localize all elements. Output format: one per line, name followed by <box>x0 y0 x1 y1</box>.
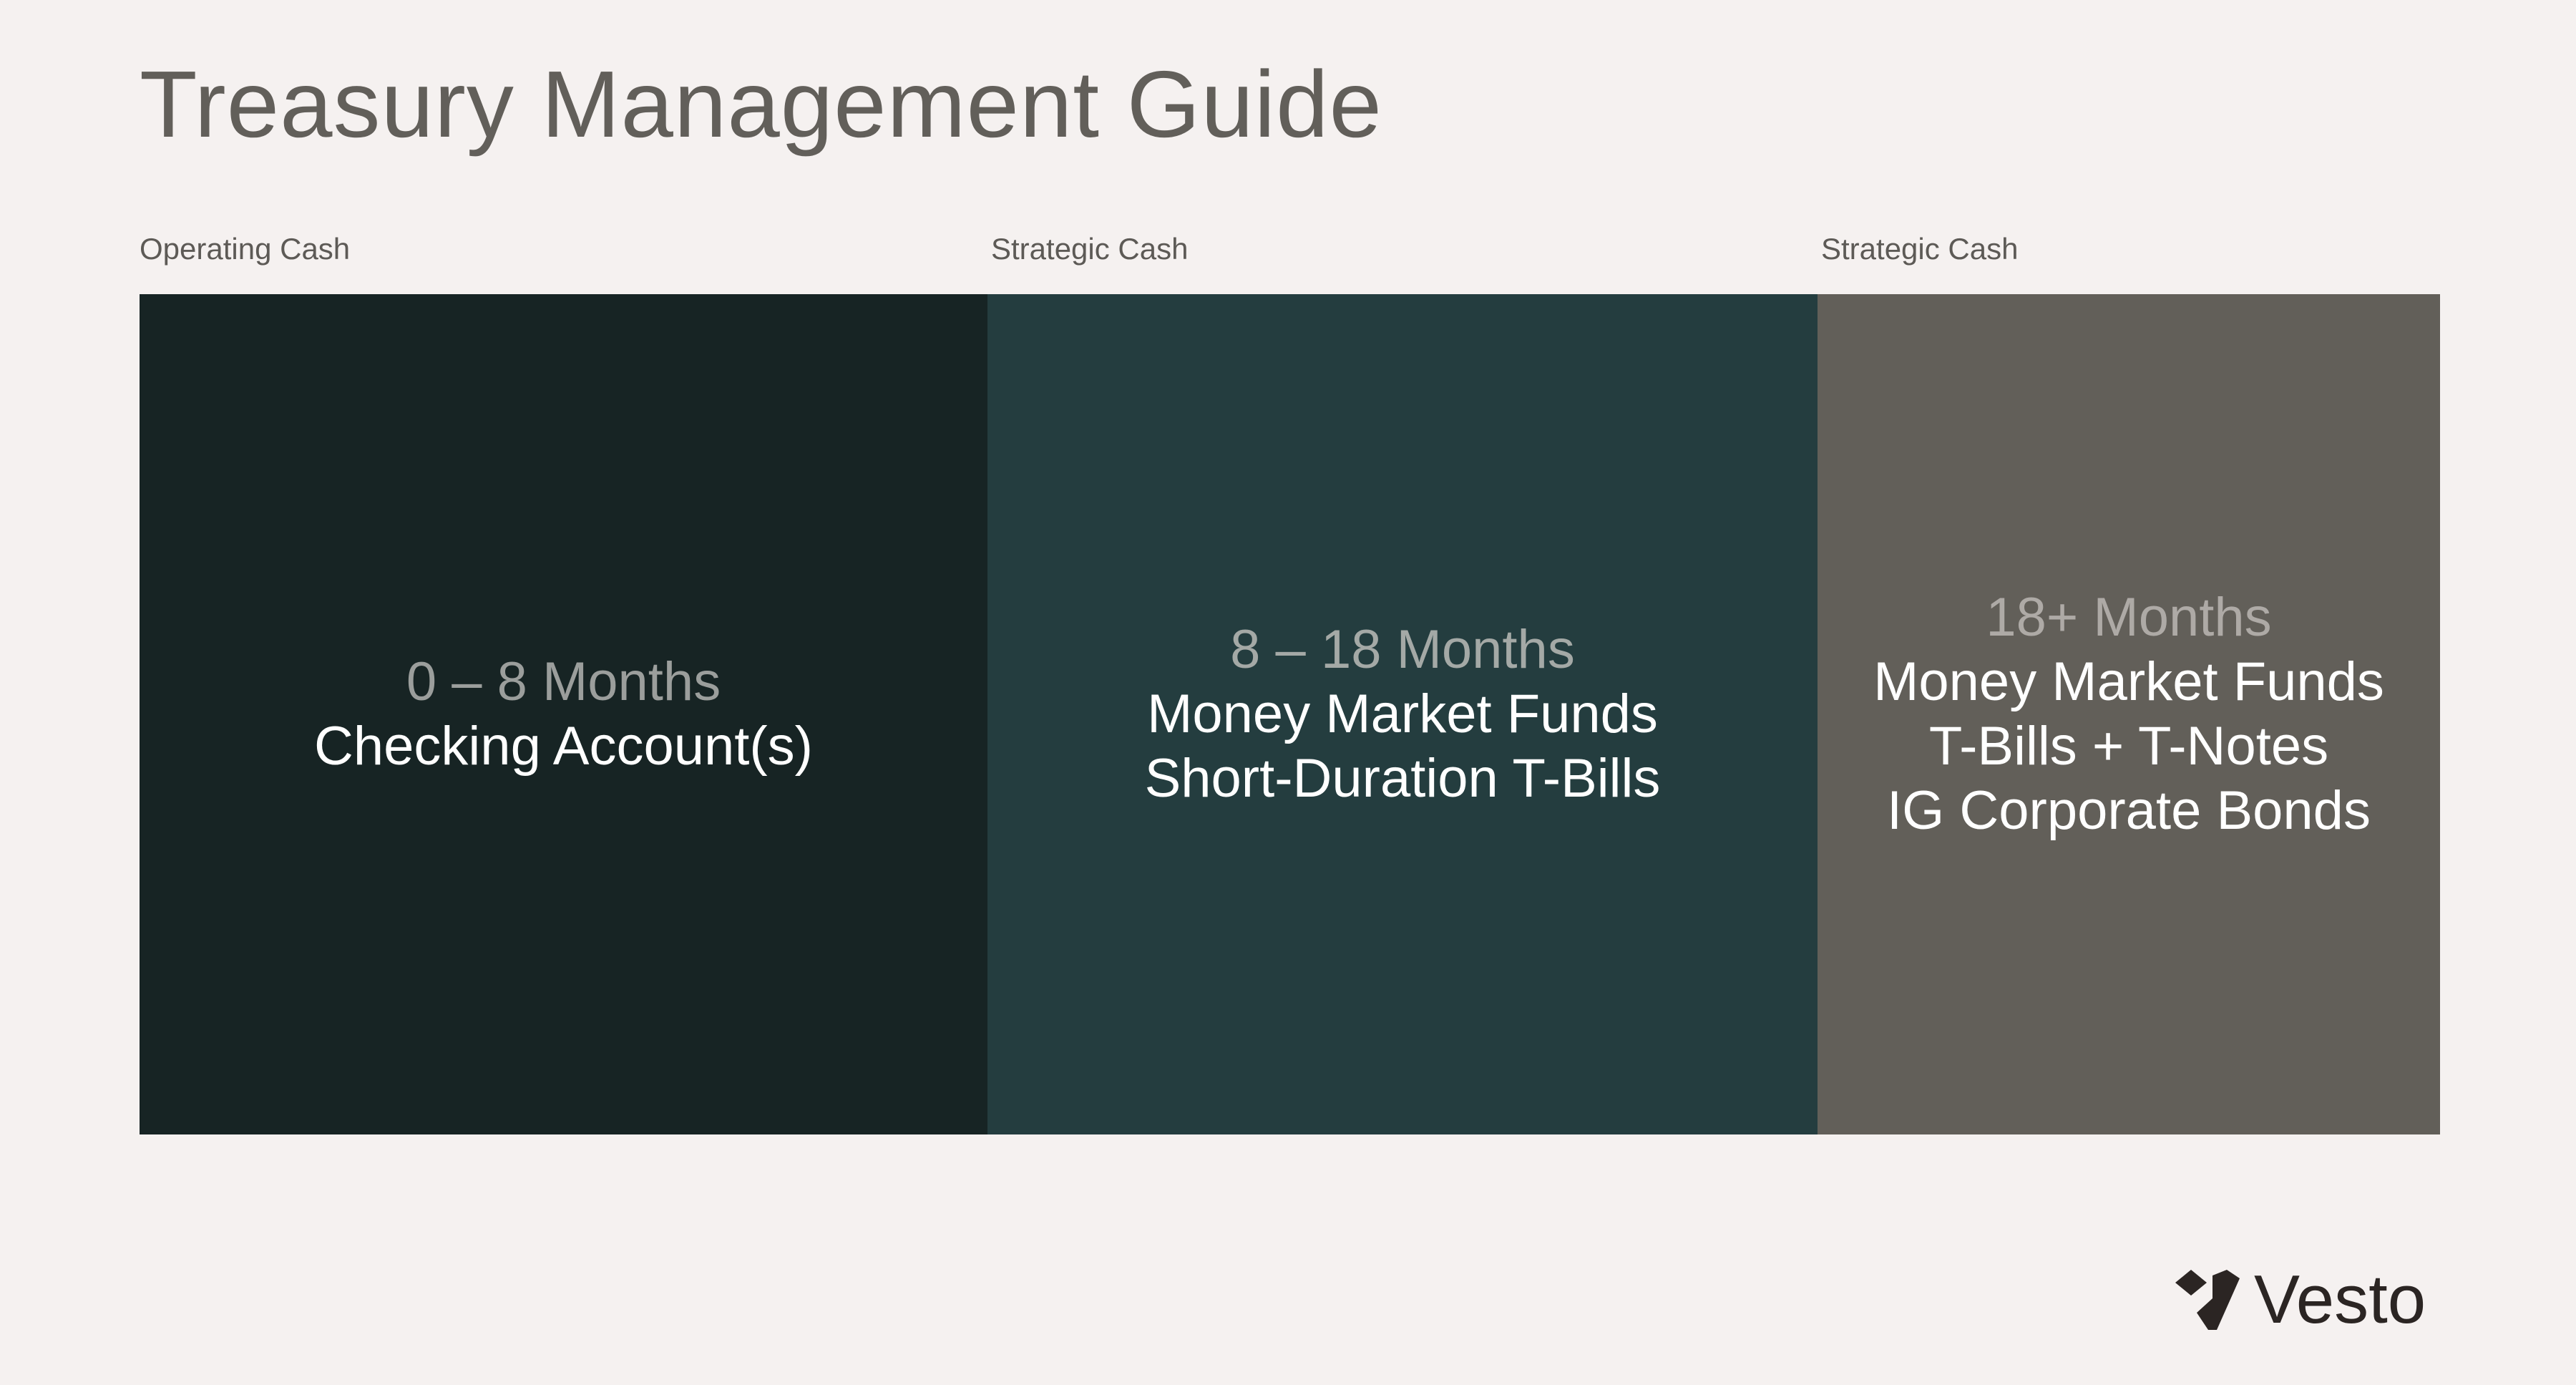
instrument-t-bills-t-notes: T-Bills + T-Notes <box>1928 716 2329 777</box>
duration-label: 0 – 8 Months <box>406 651 721 712</box>
instrument-checking-accounts: Checking Account(s) <box>314 716 813 777</box>
instrument-money-market-funds: Money Market Funds <box>1147 684 1658 744</box>
page-title: Treasury Management Guide <box>140 52 1382 157</box>
duration-label: 18+ Months <box>1986 587 2272 648</box>
section-label-strategic-cash-short: Strategic Cash <box>991 232 1189 266</box>
cash-horizon-panels: 0 – 8 Months Checking Account(s) 8 – 18 … <box>140 294 2440 1134</box>
instrument-money-market-funds: Money Market Funds <box>1873 651 2384 712</box>
instrument-short-duration-t-bills: Short-Duration T-Bills <box>1144 748 1661 809</box>
brand-name: Vesto <box>2254 1261 2426 1338</box>
section-label-strategic-cash-long: Strategic Cash <box>1821 232 2019 266</box>
panel-strategic-cash-long: 18+ Months Money Market Funds T-Bills + … <box>1818 294 2440 1134</box>
section-label-operating-cash: Operating Cash <box>140 232 351 266</box>
duration-label: 8 – 18 Months <box>1230 619 1575 680</box>
brand-logo: Vesto <box>2175 1265 2426 1334</box>
panel-strategic-cash-short: 8 – 18 Months Money Market Funds Short-D… <box>987 294 1818 1134</box>
instrument-ig-corporate-bonds: IG Corporate Bonds <box>1887 780 2371 841</box>
panel-operating-cash: 0 – 8 Months Checking Account(s) <box>140 294 987 1134</box>
vesto-logo-icon <box>2175 1270 2240 1330</box>
